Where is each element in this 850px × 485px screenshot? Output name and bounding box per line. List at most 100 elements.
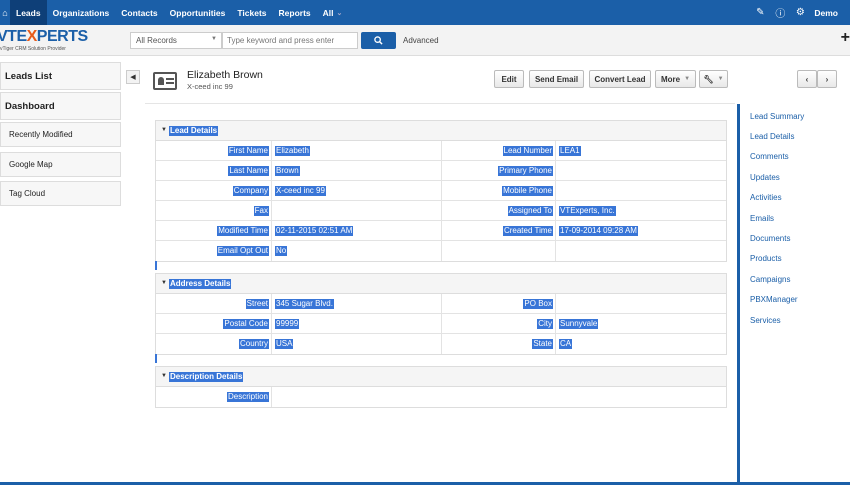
field-value-text: CA	[559, 339, 573, 349]
search-button[interactable]	[361, 32, 396, 49]
next-record-button[interactable]: ›	[817, 70, 837, 88]
field-label: Lead Number	[442, 141, 556, 160]
field-value-text: Brown	[275, 165, 300, 176]
field-value-text: USA	[275, 339, 294, 349]
field-value[interactable]: USA	[272, 334, 442, 354]
field-label-text: Last Name	[228, 165, 269, 176]
field-label: Email Opt Out	[156, 241, 272, 261]
field-value-text: VTExperts, Inc.	[559, 205, 616, 216]
address-details-header[interactable]: ▼ Address Details	[156, 274, 726, 294]
field-value[interactable]: LEA1	[556, 141, 726, 160]
nav-contacts[interactable]: Contacts	[115, 0, 163, 25]
field-label-text: Email Opt Out	[216, 246, 269, 256]
field-value[interactable]: 345 Sugar Blvd.	[272, 294, 442, 313]
sidebar-item-recently-modified[interactable]: Recently Modified	[0, 122, 121, 147]
field-value[interactable]: X-ceed inc 99	[272, 181, 442, 200]
home-icon[interactable]: ⌂	[0, 0, 10, 25]
selection-marker	[155, 261, 157, 270]
detail-row: Company X-ceed inc 99 Mobile Phone	[156, 181, 726, 201]
field-value[interactable]: Sunnyvale	[556, 314, 726, 333]
related-pbxmanager[interactable]: PBXManager	[750, 295, 798, 304]
field-value[interactable]	[556, 294, 726, 313]
field-value[interactable]: 99999	[272, 314, 442, 333]
caret-down-icon: ▼	[684, 76, 691, 82]
related-updates[interactable]: Updates	[750, 173, 780, 182]
pencil-icon[interactable]: ✎	[750, 7, 770, 18]
field-value[interactable]: VTExperts, Inc.	[556, 201, 726, 220]
logo-text-x: X	[26, 28, 38, 45]
field-value[interactable]	[556, 161, 726, 180]
field-label: First Name	[156, 141, 272, 160]
detail-row: Modified Time 02-11-2015 02:51 AM Created …	[156, 221, 726, 241]
detail-row: Postal Code 99999 City Sunnyvale	[156, 314, 726, 334]
field-label-text: Street	[245, 298, 269, 309]
previous-record-button[interactable]: ‹	[797, 70, 817, 88]
related-lead-summary[interactable]: Lead Summary	[750, 112, 804, 121]
nav-all[interactable]: All ⌄	[317, 0, 349, 25]
description-value[interactable]	[272, 387, 726, 407]
convert-lead-button[interactable]: Convert Lead	[589, 70, 651, 88]
edit-button[interactable]: Edit	[494, 70, 524, 88]
nav-organizations[interactable]: Organizations	[47, 0, 116, 25]
related-services[interactable]: Services	[750, 316, 781, 325]
field-value[interactable]: Brown	[272, 161, 442, 180]
search-input[interactable]: Type keyword and press enter	[222, 32, 358, 49]
chevron-left-icon: ◀	[130, 74, 136, 81]
field-value[interactable]: CA	[556, 334, 726, 354]
related-emails[interactable]: Emails	[750, 214, 774, 223]
related-activities[interactable]: Activities	[750, 193, 782, 202]
sidebar-item-tag-cloud[interactable]: Tag Cloud	[0, 181, 121, 206]
field-value-text: Sunnyvale	[559, 318, 599, 329]
related-list-panel: Lead Summary Lead Details Comments Updat…	[737, 104, 850, 485]
description-details-header[interactable]: ▼ Description Details	[156, 367, 726, 387]
field-label: Fax	[156, 201, 272, 220]
more-button[interactable]: More ▼	[655, 70, 696, 88]
nav-leads[interactable]: Leads	[10, 0, 47, 25]
top-navigation: ⌂ Leads Organizations Contacts Opportuni…	[0, 0, 850, 25]
field-label: City	[442, 314, 556, 333]
related-products[interactable]: Products	[750, 254, 782, 263]
field-label: PO Box	[442, 294, 556, 313]
sidebar-item-dashboard[interactable]: Dashboard	[0, 92, 121, 120]
settings-dropdown-button[interactable]: 🔧︎ ▼	[699, 70, 728, 88]
field-label-text: Fax	[253, 205, 269, 216]
field-label: Created Time	[442, 221, 556, 240]
sidebar-item-google-map[interactable]: Google Map	[0, 152, 121, 177]
field-value[interactable]	[556, 181, 726, 200]
field-value[interactable]	[556, 241, 726, 261]
records-select[interactable]: All Records ▼	[130, 32, 222, 49]
related-campaigns[interactable]: Campaigns	[750, 275, 790, 284]
sidebar-item-leads-list[interactable]: Leads List	[0, 62, 121, 90]
related-comments[interactable]: Comments	[750, 152, 789, 161]
collapse-triangle-icon: ▼	[161, 373, 167, 379]
info-icon[interactable]: ⓘ	[770, 5, 790, 20]
advanced-search-link[interactable]: Advanced	[403, 36, 439, 45]
nav-opportunities[interactable]: Opportunities	[164, 0, 232, 25]
lead-details-block: ▼ Lead Details First Name Elizabeth Lead N…	[155, 120, 727, 262]
field-value[interactable]	[272, 201, 442, 220]
gear-icon[interactable]: ⚙	[790, 7, 810, 18]
send-email-button[interactable]: Send Email	[529, 70, 584, 88]
field-value[interactable]: 17-09-2014 09:28 AM	[556, 221, 726, 240]
field-label-text: Postal Code	[223, 318, 269, 329]
related-documents[interactable]: Documents	[750, 234, 790, 243]
selection-marker	[155, 354, 157, 363]
field-value[interactable]: 02-11-2015 02:51 AM	[272, 221, 442, 240]
plus-icon[interactable]: +	[841, 29, 850, 47]
logo-text-b: PERTS	[36, 28, 88, 45]
caret-down-icon: ▼	[717, 76, 724, 82]
collapse-sidebar-button[interactable]: ◀	[126, 70, 140, 84]
field-value[interactable]: No	[272, 241, 442, 261]
nav-reports[interactable]: Reports	[273, 0, 317, 25]
field-value-text: 17-09-2014 09:28 AM	[559, 225, 638, 236]
address-details-block: ▼ Address Details Street 345 Sugar Blvd. P…	[155, 273, 727, 355]
field-label-text: State	[532, 339, 553, 349]
field-value-text: LEA1	[559, 145, 581, 156]
field-value[interactable]: Elizabeth	[272, 141, 442, 160]
nav-tickets[interactable]: Tickets	[231, 0, 272, 25]
nav-all-label: All	[322, 7, 334, 18]
user-menu[interactable]: Demo	[810, 8, 850, 18]
related-lead-details[interactable]: Lead Details	[750, 132, 794, 141]
lead-details-header[interactable]: ▼ Lead Details	[156, 121, 726, 141]
field-label: State	[442, 334, 556, 354]
